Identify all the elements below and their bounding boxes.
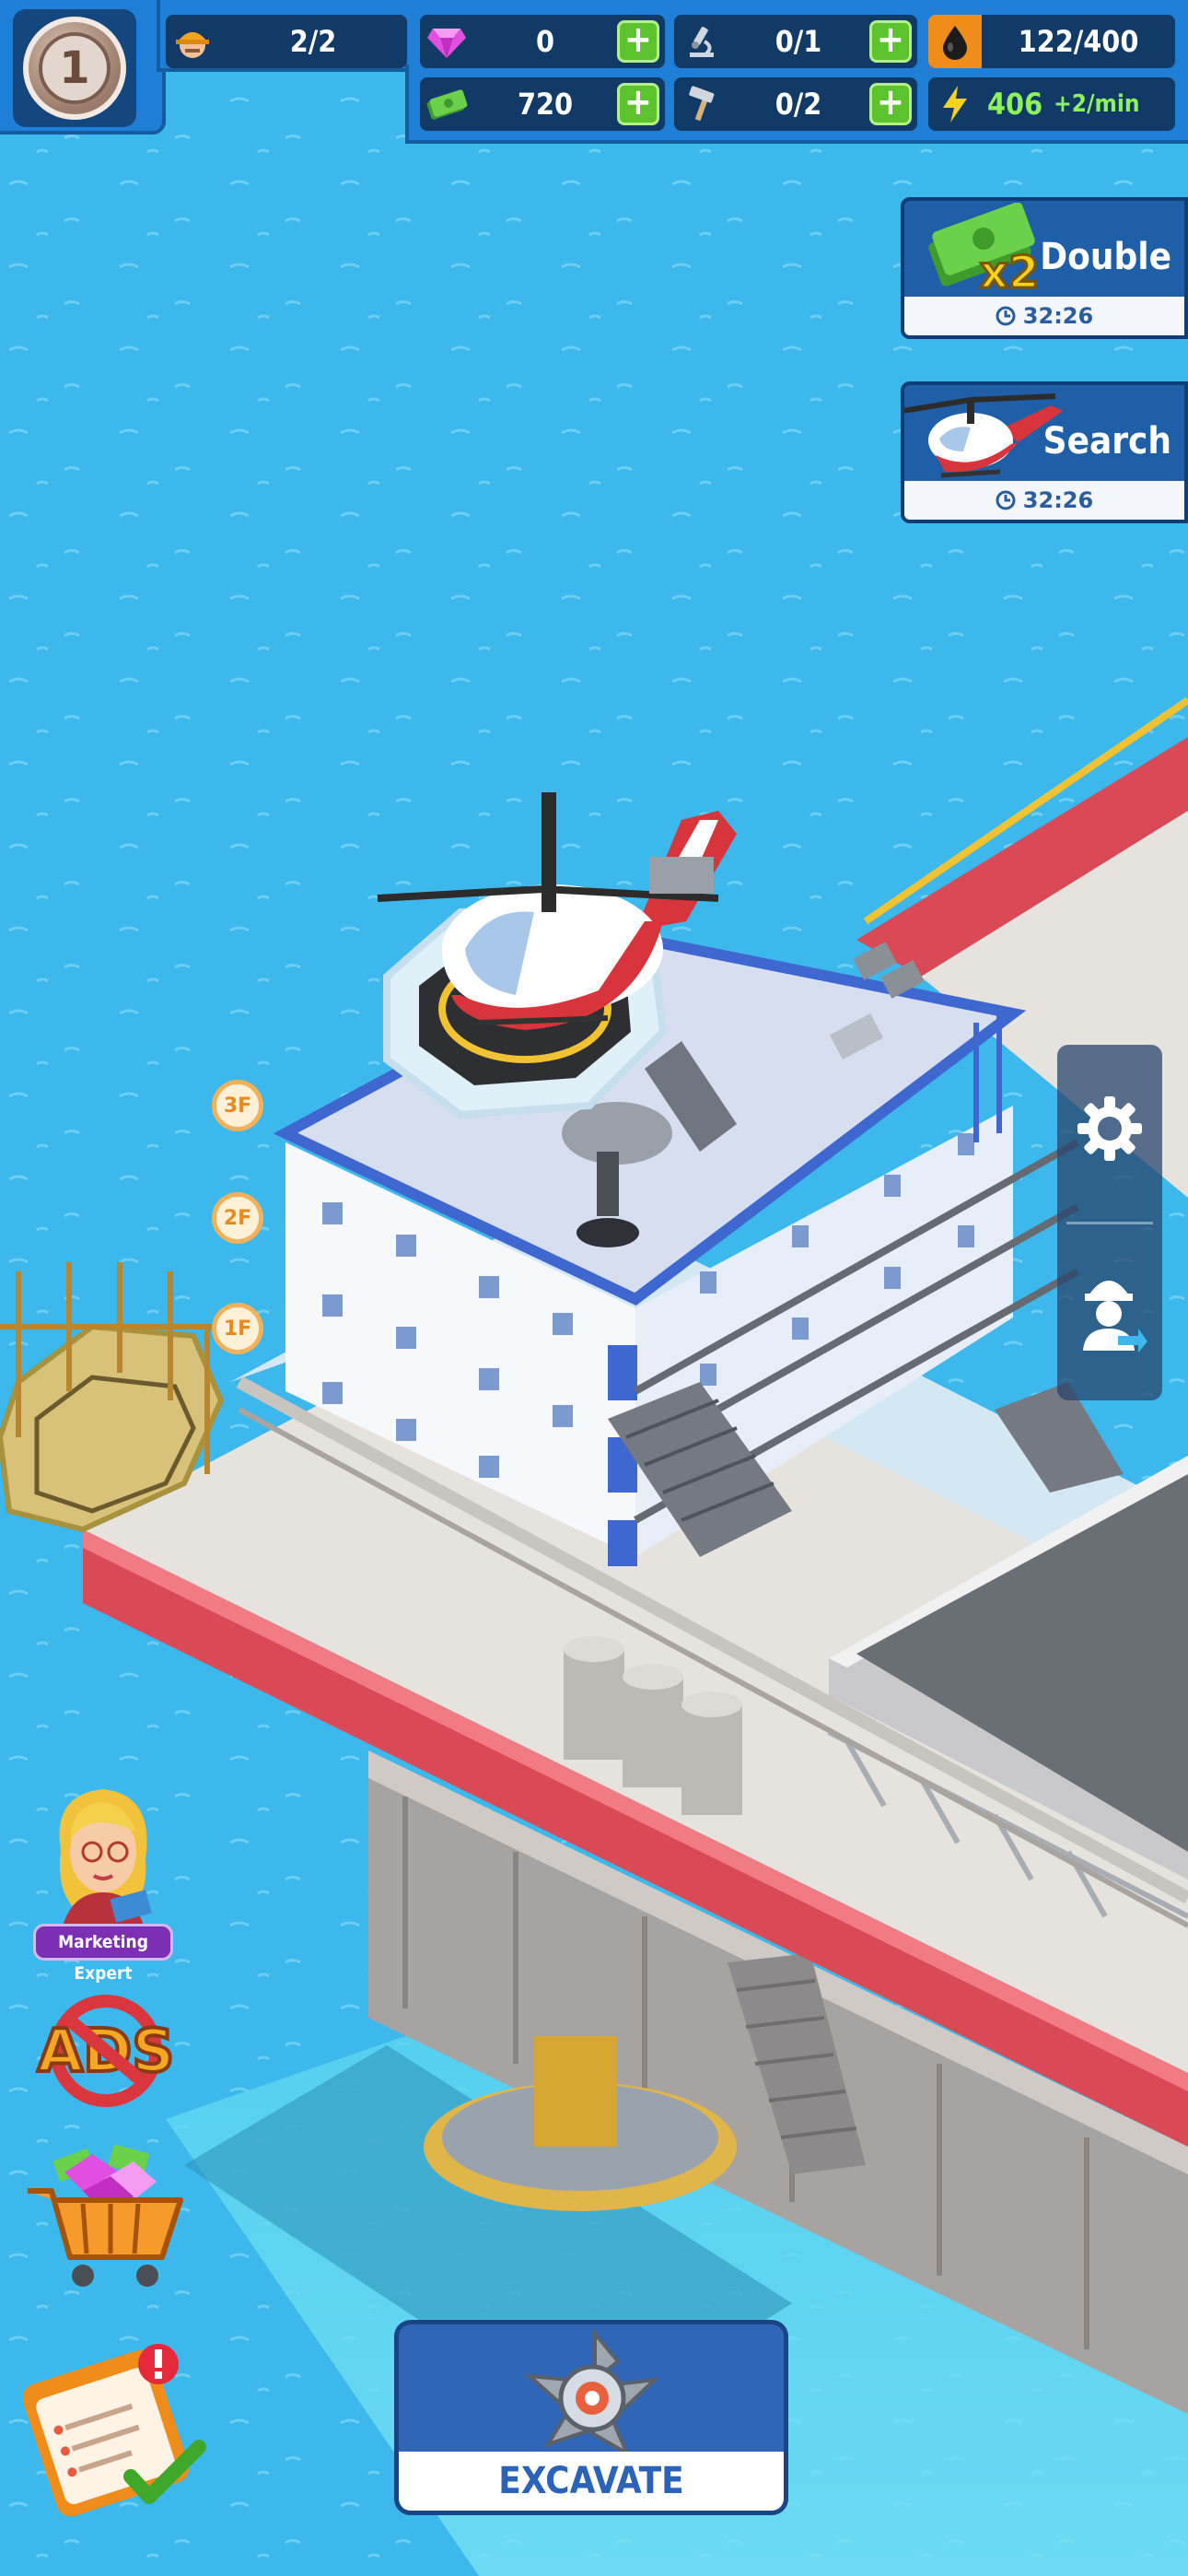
marketing-expert-label: Marketing Expert: [33, 1924, 173, 1984]
microscope-icon: [674, 15, 728, 68]
excavate-button[interactable]: EXCAVATE: [394, 2320, 788, 2515]
settings-button[interactable]: [1072, 1091, 1147, 1166]
level-number: 1: [39, 32, 111, 104]
search-boost-timer: 32:26: [904, 481, 1184, 520]
calendar-tasks-icon: [22, 2344, 206, 2517]
gear-icon: [1077, 1096, 1142, 1161]
excavate-label: EXCAVATE: [399, 2452, 784, 2511]
remove-ads-button[interactable]: ADS: [28, 1994, 184, 2108]
gems-counter[interactable]: 0 +: [420, 15, 665, 68]
oil-counter[interactable]: 122/400: [928, 15, 1175, 68]
worker-exit-button[interactable]: [1072, 1262, 1147, 1354]
daily-tasks-button[interactable]: [22, 2336, 221, 2521]
workers-value: 2/2: [289, 24, 337, 59]
cash-x2-icon: x2: [928, 203, 1041, 300]
player-level-badge[interactable]: 1: [13, 9, 136, 127]
shopping-cart-icon: [28, 2144, 183, 2287]
double-cash-boost-card[interactable]: x2 Double 32:26: [901, 197, 1188, 339]
hammer-icon: [674, 77, 728, 131]
svg-text:x2: x2: [980, 247, 1039, 299]
tool-separator: [1066, 1222, 1153, 1224]
add-researcher-button[interactable]: +: [869, 20, 912, 63]
double-boost-timer: 32:26: [904, 297, 1184, 335]
researchers-counter[interactable]: 0/1 +: [674, 15, 917, 68]
energy-value: 406: [987, 87, 1043, 122]
floor-2f-bubble[interactable]: 2F: [212, 1192, 263, 1244]
researchers-value: 0/1: [775, 24, 822, 59]
search-boost-card[interactable]: Search 32:26: [901, 381, 1188, 523]
energy-rate: +2/min: [1054, 90, 1140, 118]
clock-icon: [996, 306, 1016, 326]
cash-value: 720: [517, 87, 574, 122]
search-boost-label: Search: [1042, 420, 1171, 463]
clock-icon: [996, 490, 1016, 510]
double-boost-time: 32:26: [1022, 303, 1094, 329]
level-medal-icon: 1: [23, 17, 126, 120]
double-boost-label: Double: [1040, 236, 1171, 278]
add-gems-button[interactable]: +: [617, 20, 659, 63]
add-tools-button[interactable]: +: [869, 83, 912, 125]
workers-counter[interactable]: 2/2: [166, 15, 407, 68]
marketing-expert-avatar-icon: [59, 1789, 152, 1933]
cash-counter[interactable]: 720 +: [420, 77, 665, 131]
drill-bit-icon: [524, 2328, 660, 2458]
oil-drop-icon: [928, 15, 982, 68]
oil-value: 122/400: [1018, 24, 1139, 59]
gem-icon: [420, 15, 473, 68]
energy-counter[interactable]: 406 +2/min: [928, 77, 1175, 131]
tools-counter[interactable]: 0/2 +: [674, 77, 917, 131]
gems-value: 0: [535, 24, 555, 59]
floor-3f-bubble[interactable]: 3F: [212, 1080, 263, 1131]
add-cash-button[interactable]: +: [617, 83, 659, 125]
lightning-icon: [928, 77, 982, 131]
tools-value: 0/2: [775, 87, 822, 122]
shop-cart-button[interactable]: [18, 2136, 193, 2292]
floor-1f-bubble[interactable]: 1F: [212, 1303, 263, 1354]
no-ads-icon: ADS: [36, 1995, 176, 2107]
worker-helmet-icon: [166, 15, 219, 68]
cash-stack-icon: [420, 77, 473, 131]
worker-exit-icon: [1083, 1281, 1147, 1352]
side-tool-panel: [1057, 1045, 1162, 1400]
marketing-expert-button[interactable]: Marketing Expert: [33, 1776, 173, 1984]
search-boost-time: 32:26: [1022, 487, 1094, 513]
